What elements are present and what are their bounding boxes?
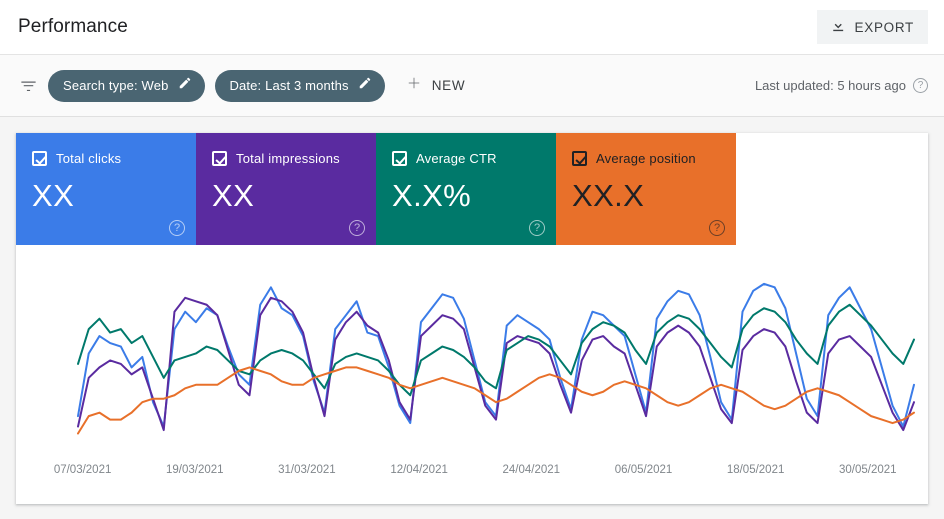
help-circle-icon[interactable]: ? (913, 78, 928, 93)
metric-card-value: XX (32, 178, 182, 214)
x-axis-tick-label: 07/03/2021 (54, 464, 112, 476)
metric-card-value: XX (212, 178, 362, 214)
x-axis-tick-label: 06/05/2021 (615, 464, 673, 476)
metric-card-label: Total clicks (56, 151, 121, 166)
chart-line-average-position (78, 367, 914, 433)
help-circle-icon[interactable]: ? (529, 220, 545, 236)
metric-card-header: Total impressions (212, 151, 362, 166)
x-axis-tick-label: 31/03/2021 (278, 464, 336, 476)
x-axis-tick-label: 18/05/2021 (727, 464, 785, 476)
filter-chip-search-type-label: Search type: Web (63, 78, 169, 93)
checkbox-average-ctr[interactable] (392, 151, 407, 166)
metric-card-label: Average CTR (416, 151, 497, 166)
performance-chart-svg: 07/03/2021 19/03/2021 31/03/2021 12/04/2021… (16, 245, 928, 504)
x-axis-tick-label: 12/04/2021 (390, 464, 448, 476)
export-button[interactable]: EXPORT (817, 10, 928, 44)
filter-chip-search-type[interactable]: Search type: Web (48, 70, 205, 102)
metric-card-average-ctr[interactable]: Average CTR X.X% ? (376, 133, 556, 245)
checkbox-total-impressions[interactable] (212, 151, 227, 166)
help-circle-icon[interactable]: ? (169, 220, 185, 236)
checkbox-average-position[interactable] (572, 151, 587, 166)
metric-card-header: Total clicks (32, 151, 182, 166)
metric-cards-row: Total clicks XX ? Total impressions XX ?… (16, 133, 928, 245)
x-axis-tick-label: 24/04/2021 (503, 464, 561, 476)
main-content: Total clicks XX ? Total impressions XX ?… (0, 117, 944, 519)
download-icon (829, 17, 846, 37)
filter-list-icon[interactable] (14, 72, 42, 100)
metric-card-total-clicks[interactable]: Total clicks XX ? (16, 133, 196, 245)
export-button-label: EXPORT (855, 20, 914, 35)
last-updated: Last updated: 5 hours ago ? (755, 78, 930, 93)
checkbox-total-clicks[interactable] (32, 151, 47, 166)
new-filter-label: NEW (432, 78, 466, 93)
metric-cards-filler (736, 133, 928, 245)
help-circle-icon[interactable]: ? (349, 220, 365, 236)
metric-card-header: Average position (572, 151, 722, 166)
performance-chart[interactable]: 07/03/2021 19/03/2021 31/03/2021 12/04/2021… (16, 245, 928, 504)
pencil-icon (358, 76, 372, 95)
pencil-icon (178, 76, 192, 95)
metric-card-value: X.X% (392, 178, 542, 214)
x-axis-tick-label: 30/05/2021 (839, 464, 897, 476)
metric-card-value: XX.X (572, 178, 722, 214)
x-axis-tick-label: 19/03/2021 (166, 464, 224, 476)
metric-card-label: Total impressions (236, 151, 340, 166)
performance-panel: Total clicks XX ? Total impressions XX ?… (16, 133, 928, 504)
filter-bar: Search type: Web Date: Last 3 months NEW… (0, 55, 944, 117)
app-header: Performance EXPORT (0, 0, 944, 55)
metric-card-label: Average position (596, 151, 696, 166)
metric-card-total-impressions[interactable]: Total impressions XX ? (196, 133, 376, 245)
new-filter-button[interactable]: NEW (399, 70, 476, 102)
plus-icon (405, 74, 423, 97)
last-updated-label: Last updated: 5 hours ago (755, 78, 906, 93)
page-title: Performance (16, 16, 128, 38)
help-circle-icon[interactable]: ? (709, 220, 725, 236)
metric-card-average-position[interactable]: Average position XX.X ? (556, 133, 736, 245)
metric-card-header: Average CTR (392, 151, 542, 166)
filter-chip-date[interactable]: Date: Last 3 months (215, 70, 385, 102)
filter-chip-date-label: Date: Last 3 months (230, 78, 349, 93)
